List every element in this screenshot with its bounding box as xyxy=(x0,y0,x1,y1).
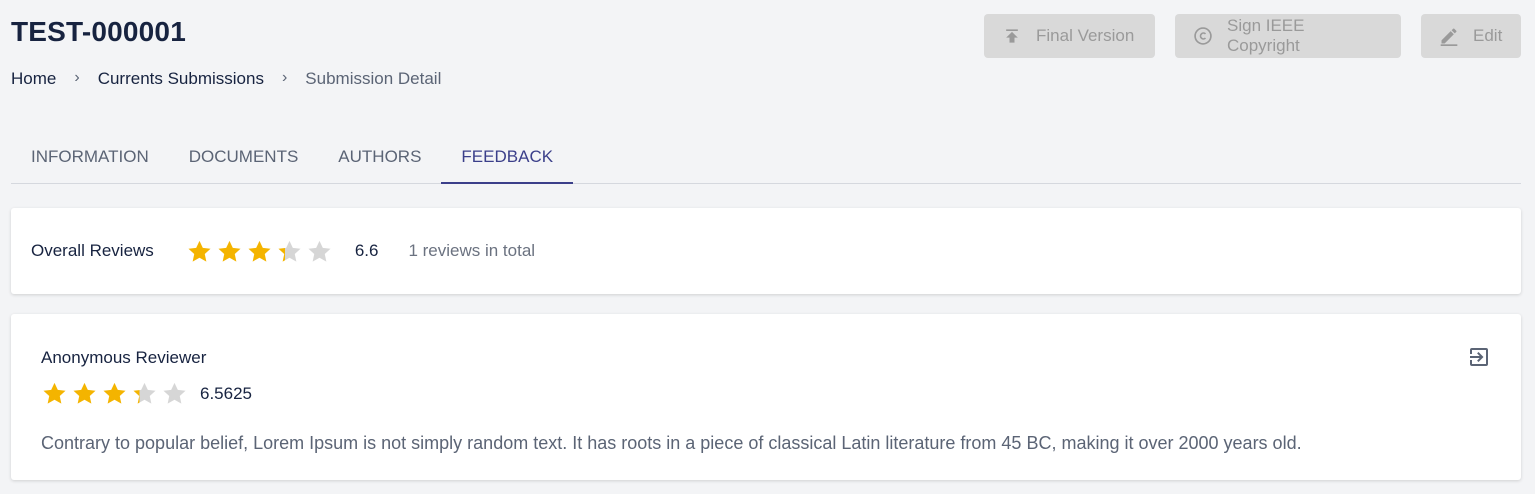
overall-reviews-label: Overall Reviews xyxy=(31,241,154,260)
star-icon xyxy=(43,382,66,404)
edit-button[interactable]: Edit xyxy=(1421,14,1521,58)
review-text: Contrary to popular belief, Lorem Ipsum … xyxy=(41,433,1302,453)
overall-score: 6.6 xyxy=(354,241,379,260)
star-icon xyxy=(163,382,186,404)
final-version-button[interactable]: Final Version xyxy=(984,14,1155,58)
page-title: TEST-000001 xyxy=(11,16,186,47)
edit-label: Edit xyxy=(1473,26,1503,45)
tab-authors[interactable]: AUTHORS xyxy=(318,130,441,183)
star-icon xyxy=(308,240,331,262)
sign-copyright-button[interactable]: Sign IEEE Copyright xyxy=(1175,14,1401,58)
pencil-icon xyxy=(1439,26,1459,46)
overall-star-rating xyxy=(186,238,333,265)
tab-information[interactable]: INFORMATION xyxy=(11,130,169,183)
overall-reviews-card: Overall Reviews 6.6 1 reviews in total xyxy=(11,208,1521,294)
review-rating: 6.5625 xyxy=(41,380,1491,407)
action-bar: Final Version Sign IEEE Copyright Edit xyxy=(984,14,1521,58)
breadcrumb-submissions[interactable]: Currents Submissions xyxy=(98,69,264,89)
upload-icon xyxy=(1002,26,1022,46)
overall-review-count: 1 reviews in total xyxy=(408,241,536,260)
breadcrumb-home[interactable]: Home xyxy=(11,69,56,89)
breadcrumb-current: Submission Detail xyxy=(305,69,442,88)
star-icon xyxy=(73,382,96,404)
star-icon xyxy=(248,240,271,262)
breadcrumb: Home › Currents Submissions › Submission… xyxy=(11,69,441,89)
final-version-label: Final Version xyxy=(1036,26,1135,45)
chevron-right-icon: › xyxy=(281,69,288,86)
star-icon xyxy=(133,382,156,404)
sign-copyright-label: Sign IEEE Copyright xyxy=(1227,16,1305,55)
star-icon xyxy=(103,382,126,404)
tab-feedback[interactable]: FEEDBACK xyxy=(441,130,573,184)
chevron-right-icon: › xyxy=(74,69,80,86)
exit-to-app-icon[interactable] xyxy=(1467,345,1491,369)
reviewer-name: Anonymous Reviewer xyxy=(41,348,207,367)
copyright-icon xyxy=(1193,26,1213,46)
tab-documents[interactable]: DOCUMENTS xyxy=(169,130,319,183)
review-score: 6.5625 xyxy=(200,383,252,403)
review-star-rating xyxy=(41,380,188,407)
star-icon xyxy=(278,240,301,262)
star-icon xyxy=(188,240,211,262)
star-icon xyxy=(218,240,241,262)
tab-bar: INFORMATION DOCUMENTS AUTHORS FEEDBACK xyxy=(11,130,1521,184)
review-card: Anonymous Reviewer 6.5625 Contrary to po… xyxy=(11,314,1521,480)
